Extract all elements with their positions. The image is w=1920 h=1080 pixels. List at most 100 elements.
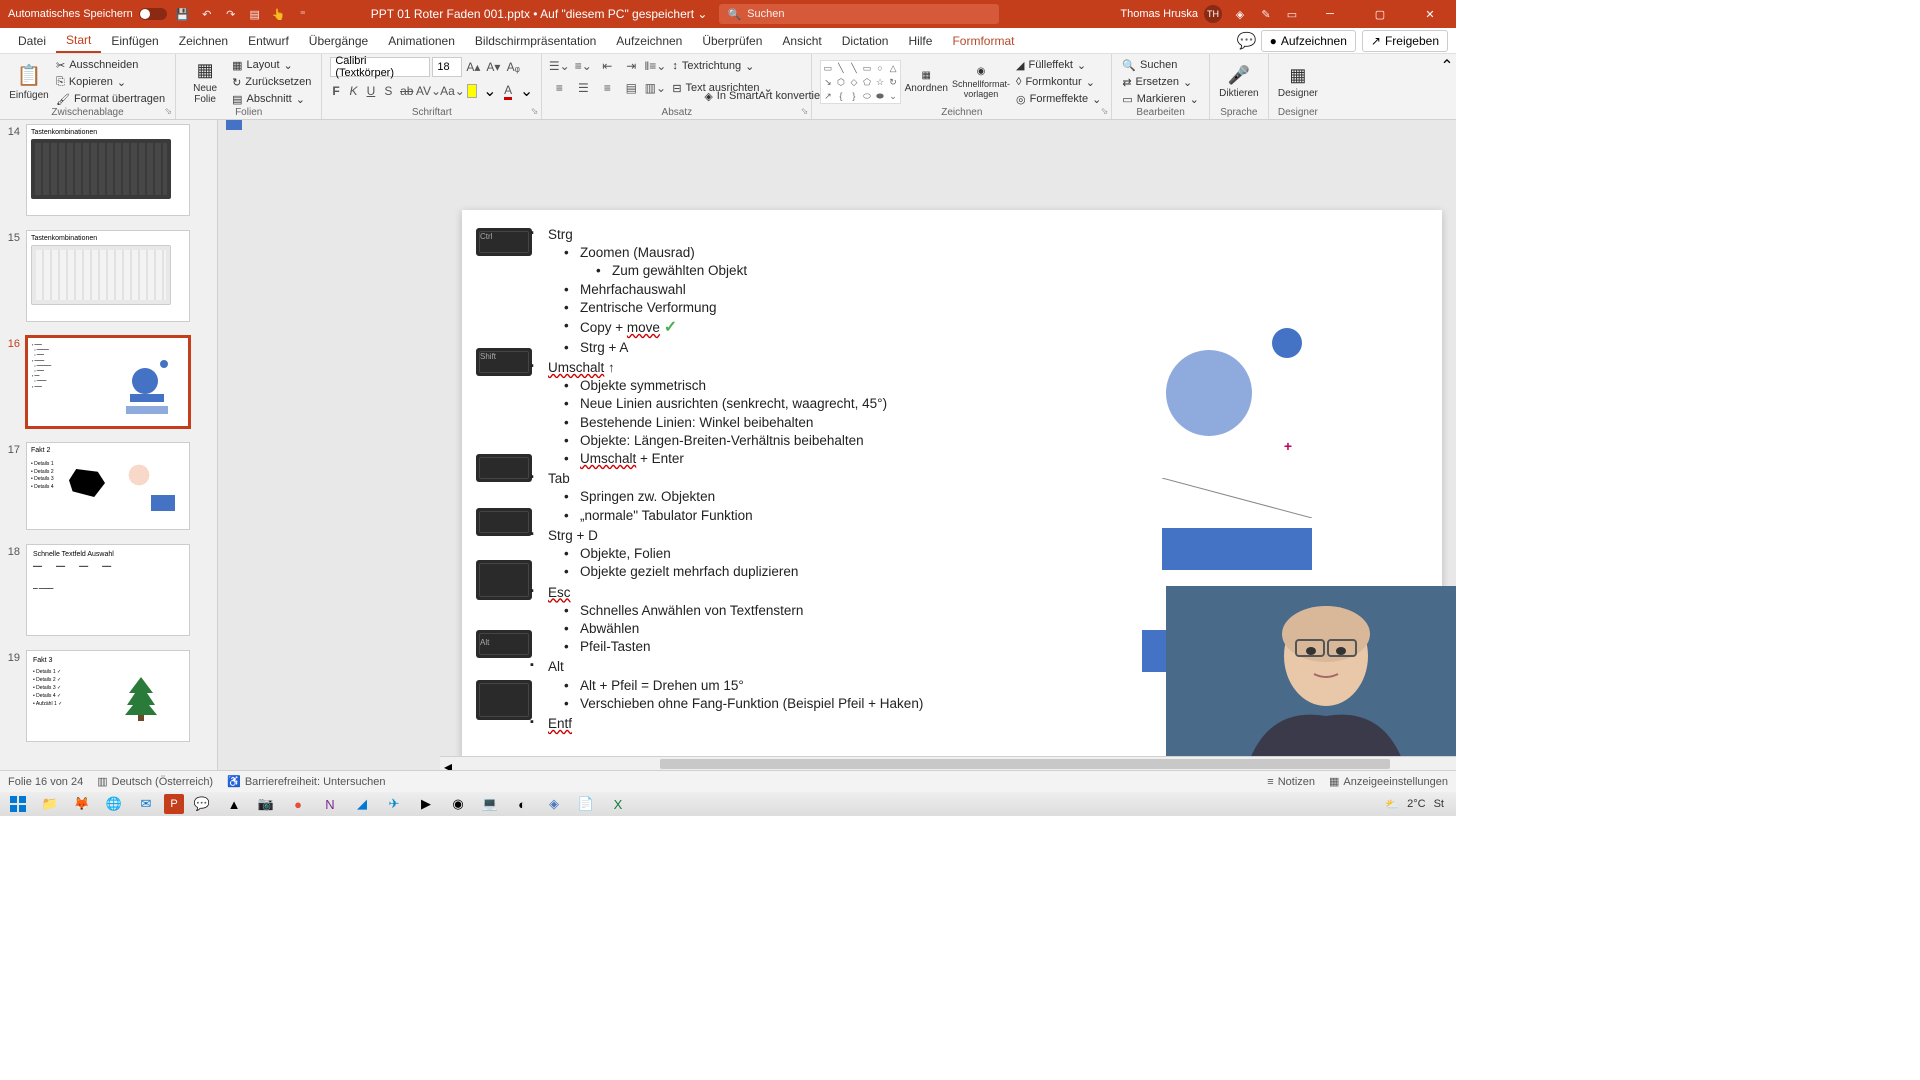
kopieren-button[interactable]: ⎘ Kopieren ⌄ — [54, 74, 167, 90]
thumb-17[interactable]: 17 Fakt 2 • Details 1• Details 2• Detail… — [0, 438, 217, 540]
ribbon-collapse-icon[interactable]: ⌃ — [1438, 54, 1456, 119]
font-color-icon[interactable]: A — [502, 82, 513, 100]
redo-icon[interactable]: ↷ — [223, 6, 239, 22]
formeffekte-button[interactable]: ◎ Formeffekte ⌄ — [1014, 91, 1103, 107]
app-icon[interactable]: ● — [284, 793, 312, 815]
shrink-font-icon[interactable]: A▾ — [484, 58, 502, 76]
scroll-left-icon[interactable]: ◂ — [444, 757, 452, 770]
firefox-icon[interactable]: 🦊 — [68, 793, 96, 815]
obs-icon[interactable]: ◉ — [444, 793, 472, 815]
vscode-icon[interactable]: ◢ — [348, 793, 376, 815]
excel-icon[interactable]: X — [604, 793, 632, 815]
font-size-combo[interactable]: 18 — [432, 57, 462, 77]
launcher-icon[interactable]: ⬂ — [801, 106, 809, 117]
outdent-icon[interactable]: ⇤ — [598, 57, 616, 75]
thumb-14[interactable]: 14 Tastenkombinationen — [0, 120, 217, 226]
numbering-icon[interactable]: ≡⌄ — [574, 57, 592, 75]
thumb-19[interactable]: 19 Fakt 3 • Details 1 ✓• Details 2 ✓• De… — [0, 646, 217, 752]
diktieren-button[interactable]: 🎤 Diktieren — [1218, 57, 1260, 107]
layout-button[interactable]: ▦ Layout ⌄ — [230, 57, 313, 73]
einfuegen-button[interactable]: 📋 Einfügen — [8, 57, 50, 107]
menu-formformat[interactable]: Formformat — [942, 30, 1024, 52]
italic-icon[interactable]: K — [348, 82, 359, 100]
weather-icon[interactable]: ⛅ — [1385, 798, 1399, 811]
formkontur-button[interactable]: ◊ Formkontur ⌄ — [1014, 74, 1103, 90]
app-icon[interactable]: ◐ — [508, 793, 536, 815]
ausschneiden-button[interactable]: ✂ Ausschneiden — [54, 57, 167, 73]
suchen-button[interactable]: 🔍 Suchen — [1120, 57, 1201, 73]
touch-icon[interactable]: 👆 — [271, 6, 287, 22]
menu-entwurf[interactable]: Entwurf — [238, 30, 299, 52]
slide-counter[interactable]: Folie 16 von 24 — [8, 776, 83, 788]
ersetzen-button[interactable]: ⇄ Ersetzen ⌄ — [1120, 74, 1201, 90]
format-button[interactable]: 🖌 Format übertragen — [54, 91, 167, 107]
app-icon[interactable]: 💬 — [188, 793, 216, 815]
comments-icon[interactable]: 💬 — [1239, 33, 1255, 49]
zuruecksetzen-button[interactable]: ↻ Zurücksetzen — [230, 74, 313, 90]
telegram-icon[interactable]: ✈ — [380, 793, 408, 815]
slide-editor[interactable]: Ctrl Shift Alt Strg Zoomen (Mausrad) Zum… — [218, 120, 1456, 770]
align-left-icon[interactable]: ≡ — [550, 79, 568, 97]
powerpoint-icon[interactable]: P — [164, 794, 184, 814]
app-icon[interactable]: 📷 — [252, 793, 280, 815]
search-input[interactable] — [747, 8, 991, 20]
align-right-icon[interactable]: ≡ — [598, 79, 616, 97]
menu-datei[interactable]: Datei — [8, 30, 56, 52]
autosave-toggle[interactable] — [139, 8, 167, 20]
accessibility-button[interactable]: ♿ Barrierefreiheit: Untersuchen — [227, 775, 385, 788]
pen-icon[interactable]: ✎ — [1258, 6, 1274, 22]
strike-icon[interactable]: ab — [400, 82, 413, 100]
case-icon[interactable]: Aa⌄ — [443, 82, 461, 100]
textrichtung-button[interactable]: ↕ Textrichtung ⌄ — [670, 58, 756, 74]
app-icon[interactable]: 💻 — [476, 793, 504, 815]
scroll-thumb[interactable] — [660, 759, 1390, 769]
start-button[interactable] — [4, 793, 32, 815]
shape-rect-1[interactable] — [1162, 528, 1312, 570]
launcher-icon[interactable]: ⬂ — [165, 106, 173, 117]
menu-animationen[interactable]: Animationen — [378, 30, 465, 52]
markieren-button[interactable]: ▭ Markieren ⌄ — [1120, 91, 1201, 107]
outlook-icon[interactable]: ✉ — [132, 793, 160, 815]
menu-hilfe[interactable]: Hilfe — [898, 30, 942, 52]
freigeben-button[interactable]: ↗ Freigeben — [1362, 30, 1448, 52]
menu-ueberpruefen[interactable]: Überprüfen — [692, 30, 772, 52]
menu-aufzeichnen[interactable]: Aufzeichnen — [606, 30, 692, 52]
notizen-button[interactable]: ≡ Notizen — [1267, 776, 1315, 788]
shape-line[interactable] — [1162, 478, 1312, 518]
highlight-icon[interactable] — [467, 84, 477, 98]
app-icon[interactable]: ▶ — [412, 793, 440, 815]
linespacing-icon[interactable]: ‖≡⌄ — [646, 57, 664, 75]
shadow-icon[interactable]: S — [383, 82, 394, 100]
grow-font-icon[interactable]: A▴ — [464, 58, 482, 76]
maximize-button[interactable]: ▢ — [1360, 0, 1400, 28]
underline-icon[interactable]: U — [365, 82, 376, 100]
launcher-icon[interactable]: ⬂ — [1101, 106, 1109, 117]
thumb-18[interactable]: 18 Schnelle Textfeld Auswahl ━━━━━━━━━━━… — [0, 540, 217, 646]
justify-icon[interactable]: ▤ — [622, 79, 640, 97]
shape-circle-large[interactable] — [1166, 350, 1252, 436]
bold-icon[interactable]: F — [330, 82, 341, 100]
save-icon[interactable]: 💾 — [175, 6, 191, 22]
close-button[interactable]: ✕ — [1410, 0, 1450, 28]
chrome-icon[interactable]: 🌐 — [100, 793, 128, 815]
diamond-icon[interactable]: ◈ — [1232, 6, 1248, 22]
menu-dictation[interactable]: Dictation — [832, 30, 899, 52]
onenote-icon[interactable]: N — [316, 793, 344, 815]
shape-gallery[interactable]: ▭╲╲▭○△ ↘⬡◇⬠☆↻ ↗{}⬭⬬⌄ — [820, 60, 900, 104]
menu-bildschirm[interactable]: Bildschirmpräsentation — [465, 30, 606, 52]
abschnitt-button[interactable]: ▤ Abschnitt ⌄ — [230, 91, 313, 107]
menu-einfuegen[interactable]: Einfügen — [101, 30, 168, 52]
neue-folie-button[interactable]: ▦ Neue Folie — [184, 57, 226, 107]
spacing-icon[interactable]: AV⌄ — [419, 82, 437, 100]
shape-circle-small[interactable] — [1272, 328, 1302, 358]
launcher-icon[interactable]: ⬂ — [531, 106, 539, 117]
app-icon[interactable]: 📄 — [572, 793, 600, 815]
clear-format-icon[interactable]: Aᵩ — [504, 58, 522, 76]
designer-button[interactable]: ▦ Designer — [1277, 57, 1319, 107]
user-badge[interactable]: Thomas Hruska TH — [1120, 5, 1222, 23]
menu-zeichnen[interactable]: Zeichnen — [169, 30, 238, 52]
window-icon[interactable]: ▭ — [1284, 6, 1300, 22]
explorer-icon[interactable]: 📁 — [36, 793, 64, 815]
vlc-icon[interactable]: ▲ — [220, 793, 248, 815]
menu-uebergaenge[interactable]: Übergänge — [299, 30, 378, 52]
